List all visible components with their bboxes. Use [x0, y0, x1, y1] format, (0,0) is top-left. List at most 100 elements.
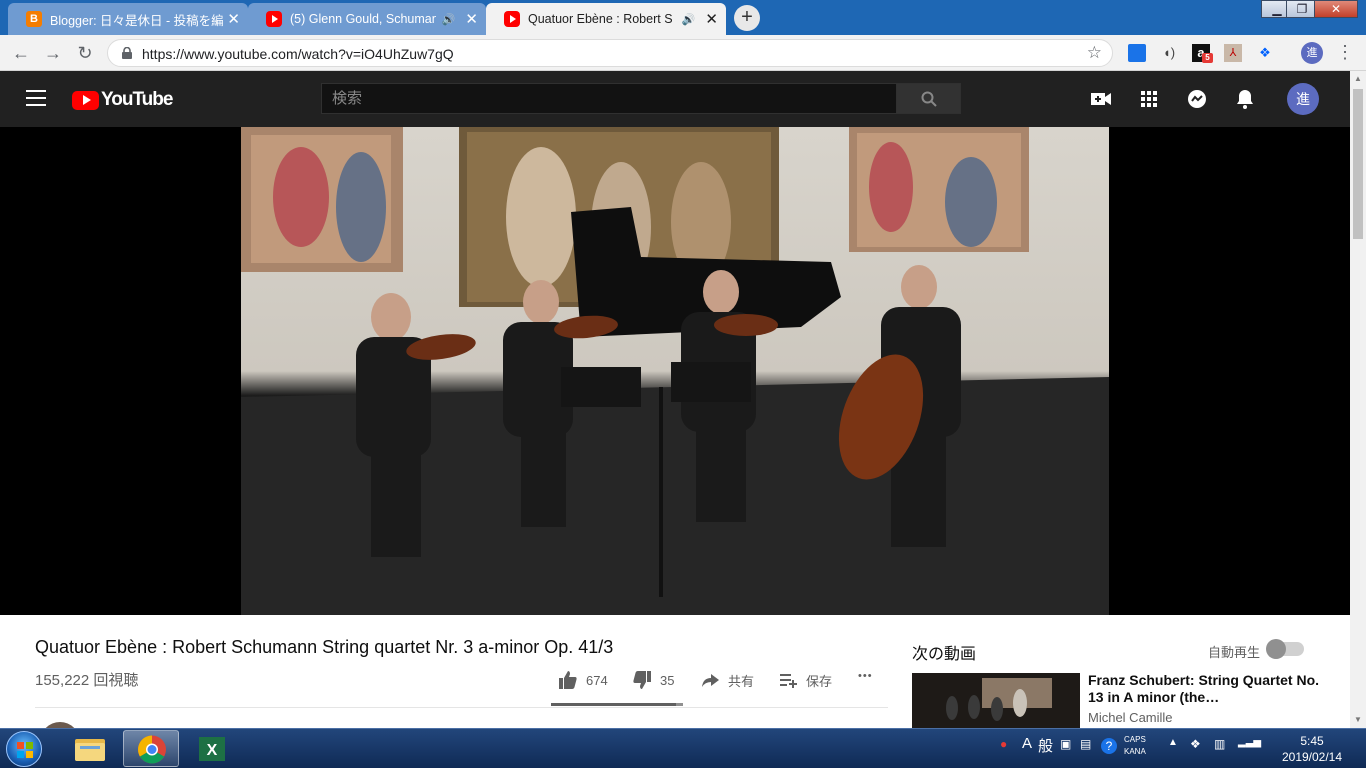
sentiment-bar — [551, 703, 683, 706]
ime-tools-icon[interactable]: ▣ — [1060, 737, 1071, 751]
back-arrow-icon[interactable]: ← — [8, 40, 34, 66]
kana-indicator: KANA — [1124, 747, 1146, 756]
thumbs-down-icon — [633, 671, 651, 689]
new-tab-button[interactable]: + — [734, 5, 760, 31]
thumbnail-image — [912, 673, 1080, 728]
browser-menu-icon[interactable]: ⋮ — [1336, 42, 1354, 63]
youtube-icon — [504, 11, 520, 27]
like-count: 674 — [586, 672, 608, 688]
speaker-icon[interactable]: 🔊 — [442, 13, 456, 26]
video-still-image — [241, 127, 1109, 615]
recommended-video-title[interactable]: Franz Schubert: String Quartet No. 13 in… — [1088, 672, 1328, 706]
youtube-play-icon — [72, 90, 99, 110]
autoplay-toggle[interactable] — [1266, 639, 1304, 659]
scroll-down-arrow-icon[interactable]: ▼ — [1350, 712, 1366, 728]
browser-tab-strip: B Blogger: 日々是休日 - 投稿を編 ✕ (5) Glenn Goul… — [0, 0, 1366, 35]
tab-quatuor-ebene[interactable]: Quatuor Ebène : Robert S 🔊 ✕ — [486, 3, 726, 35]
window-close-button[interactable]: ✕ — [1314, 0, 1358, 18]
tab-glenn-gould[interactable]: (5) Glenn Gould, Schuman 🔊 ✕ — [248, 3, 486, 35]
video-title: Quatuor Ebène : Robert Schumann String q… — [35, 637, 614, 657]
search-icon — [921, 91, 937, 107]
info-divider — [35, 707, 888, 708]
up-next-heading: 次の動画 — [912, 646, 977, 663]
search-input[interactable] — [322, 84, 896, 113]
system-clock[interactable]: 5:45 2019/02/14 — [1272, 733, 1352, 765]
lock-icon — [122, 47, 132, 59]
show-hidden-icons-icon[interactable]: ▲ — [1168, 737, 1178, 748]
scrollbar-thumb[interactable] — [1353, 89, 1363, 239]
tab-title: Blogger: 日々是休日 - 投稿を編 — [50, 13, 224, 28]
windows-taskbar: X ● A 般 ▣ ▤ ? CAPS KANA ▲ ❖ ▥ ▂▃▅ 5:45 2… — [0, 728, 1366, 768]
recommended-video-thumbnail[interactable] — [912, 673, 1080, 728]
scroll-up-arrow-icon[interactable]: ▲ — [1350, 71, 1366, 87]
blogger-icon: B — [26, 11, 42, 27]
caps-indicator: CAPS — [1124, 735, 1146, 744]
pdf-extension-icon[interactable]: ⅄ — [1224, 44, 1242, 62]
page-scrollbar[interactable]: ▲ ▼ — [1350, 71, 1366, 728]
tab-title: (5) Glenn Gould, Schuman — [290, 12, 436, 26]
audio-extension-icon[interactable]: ◖) — [1160, 44, 1178, 62]
video-frame[interactable] — [241, 127, 1109, 615]
bookmark-extension-icon[interactable] — [1128, 44, 1146, 62]
create-video-icon[interactable] — [1089, 87, 1113, 111]
tray-heart-icon[interactable]: ● — [1000, 737, 1007, 751]
windows-logo-icon — [17, 742, 33, 758]
taskbar-file-explorer[interactable] — [62, 730, 118, 767]
share-button[interactable]: 共有 — [700, 670, 754, 690]
taskbar-excel[interactable]: X — [184, 730, 240, 767]
share-label: 共有 — [728, 673, 755, 689]
help-icon[interactable]: ? — [1101, 738, 1117, 754]
more-actions-button[interactable]: ••• — [858, 670, 873, 682]
youtube-logo[interactable]: YouTube — [72, 89, 173, 111]
recommended-video-channel[interactable]: Michel Camille — [1088, 710, 1173, 725]
toggle-knob — [1266, 639, 1286, 659]
dislike-count: 35 — [660, 672, 675, 688]
account-avatar[interactable]: 進 — [1287, 83, 1319, 115]
ime-dictionary-icon[interactable]: ▤ — [1080, 737, 1091, 751]
video-player[interactable] — [0, 127, 1350, 615]
clock-date: 2019/02/14 — [1281, 750, 1343, 764]
reload-icon[interactable]: ↻ — [72, 40, 98, 66]
view-count: 155,222 回視聴 — [35, 672, 139, 689]
save-label: 保存 — [806, 673, 833, 689]
chrome-icon — [138, 735, 166, 764]
apps-grid-icon[interactable] — [1137, 87, 1161, 111]
messages-icon[interactable] — [1185, 87, 1209, 111]
thumbs-up-icon — [559, 671, 577, 689]
close-icon[interactable]: ✕ — [705, 10, 718, 28]
dislike-button[interactable]: 35 — [632, 670, 674, 690]
autoplay-label: 自動再生 — [1208, 645, 1261, 660]
svg-text:X: X — [207, 742, 218, 759]
windows-start-button[interactable] — [6, 731, 42, 767]
forward-arrow-icon[interactable]: → — [40, 40, 66, 66]
youtube-masthead: YouTube 進 — [0, 71, 1350, 127]
like-button[interactable]: 674 — [558, 670, 608, 690]
amazon-extension-icon[interactable]: a 5 — [1192, 44, 1213, 63]
save-button[interactable]: 保存 — [778, 670, 832, 690]
speaker-icon[interactable]: 🔊 — [682, 13, 696, 26]
tab-title: Quatuor Ebène : Robert S — [528, 12, 673, 26]
sentiment-bar-fill — [551, 703, 677, 706]
tab-blogger[interactable]: B Blogger: 日々是休日 - 投稿を編 ✕ — [8, 3, 248, 35]
taskbar-chrome[interactable] — [123, 730, 179, 767]
address-bar[interactable]: https://www.youtube.com/watch?v=iO4UhZuw… — [107, 39, 1113, 67]
dropbox-tray-icon[interactable]: ❖ — [1190, 737, 1201, 751]
hamburger-menu-icon[interactable] — [26, 90, 46, 106]
ime-mode-indicator[interactable]: A — [1022, 735, 1032, 752]
bookmark-star-icon[interactable]: ☆ — [1087, 43, 1102, 63]
search-button[interactable] — [896, 83, 961, 114]
dropbox-icon[interactable]: ❖ — [1256, 44, 1274, 62]
network-icon[interactable]: ▥ — [1214, 737, 1225, 751]
close-icon[interactable]: ✕ — [465, 10, 478, 28]
ime-label-indicator[interactable]: 般 — [1038, 735, 1053, 756]
youtube-icon — [266, 11, 282, 27]
playlist-add-icon — [780, 674, 797, 688]
profile-avatar[interactable]: 進 — [1301, 42, 1323, 64]
share-arrow-icon — [702, 674, 719, 687]
volume-icon[interactable]: ▂▃▅ — [1238, 737, 1261, 748]
close-icon[interactable]: ✕ — [227, 10, 240, 28]
notifications-bell-icon[interactable] — [1233, 87, 1257, 111]
url-text: https://www.youtube.com/watch?v=iO4UhZuw… — [142, 46, 454, 62]
youtube-wordmark: YouTube — [101, 89, 173, 110]
browser-toolbar: ← → ↻ https://www.youtube.com/watch?v=iO… — [0, 35, 1366, 71]
